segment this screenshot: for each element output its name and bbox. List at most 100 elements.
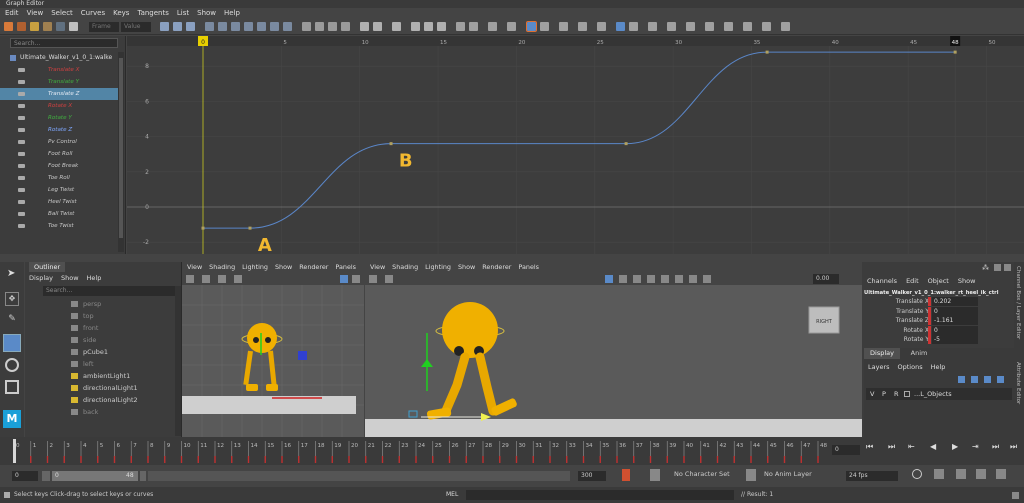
- viewport-menu-shading[interactable]: Shading: [209, 262, 235, 273]
- channel-item[interactable]: Rotate X: [0, 100, 118, 112]
- buffer-curve-icon[interactable]: [360, 22, 369, 31]
- value-snap-icon[interactable]: [540, 22, 549, 31]
- linear-tangent-icon[interactable]: [244, 22, 253, 31]
- go-to-start-icon[interactable]: ⏮: [866, 443, 874, 451]
- viewport-menu-show[interactable]: Show: [275, 262, 292, 273]
- menu-view[interactable]: View: [27, 8, 44, 19]
- outliner-menu-help[interactable]: Help: [87, 273, 102, 283]
- grid-icon[interactable]: [202, 275, 210, 283]
- menu-edit[interactable]: Edit: [5, 8, 19, 19]
- select-tool-icon[interactable]: ➤: [7, 268, 15, 279]
- auto-frame-icon[interactable]: [616, 22, 625, 31]
- outliner-scrollbar-2[interactable]: [175, 286, 181, 436]
- channel-box-menu-object[interactable]: Object: [928, 276, 949, 286]
- denormalize-icon[interactable]: [437, 22, 446, 31]
- channel-item[interactable]: Rotate Y: [0, 112, 118, 124]
- menu-tangents[interactable]: Tangents: [137, 8, 168, 19]
- move-tool-icon[interactable]: [3, 334, 21, 352]
- layer-reference[interactable]: R: [894, 388, 899, 400]
- layer-tab-display[interactable]: Display: [864, 348, 900, 359]
- current-frame-field[interactable]: 0: [832, 445, 860, 455]
- break-tangent-icon[interactable]: [302, 22, 311, 31]
- keyframe-point[interactable]: [201, 226, 205, 230]
- key-stats-icon[interactable]: [559, 22, 568, 31]
- pin-icon[interactable]: [781, 22, 790, 31]
- sound-icon[interactable]: [934, 469, 944, 479]
- channel-box-row[interactable]: Translate Z -1.161: [864, 316, 984, 325]
- viewport-menu-lighting[interactable]: Lighting: [242, 262, 268, 273]
- channel-box-row[interactable]: Translate Y0: [864, 306, 984, 316]
- viewport-menu-view[interactable]: View: [370, 262, 385, 273]
- channel-item[interactable]: Pv Control: [0, 136, 118, 148]
- time-snap-icon[interactable]: [526, 21, 537, 32]
- script-editor-icon[interactable]: [1012, 492, 1019, 499]
- outliner-item[interactable]: directionalLight1: [25, 382, 175, 394]
- outliner-item[interactable]: top: [25, 310, 175, 322]
- go-to-end-icon[interactable]: ⏭: [1010, 443, 1018, 451]
- time-slider-ruler[interactable]: 0 1 2 3 4 5 6 7 8 9 10 11 12 13 14 15 16 17 18 19 20 21 22 23 24…: [0, 437, 860, 465]
- aa-icon[interactable]: [675, 275, 683, 283]
- range-track[interactable]: [148, 471, 570, 481]
- paint-tool-icon[interactable]: ✎: [5, 314, 19, 328]
- auto-tangent-icon[interactable]: [205, 22, 214, 31]
- tangent-handle-icon[interactable]: [648, 22, 657, 31]
- step-forward-key-icon[interactable]: ⏭: [992, 443, 1000, 451]
- layer-tab-anim[interactable]: Anim: [904, 348, 934, 359]
- shadows-icon[interactable]: [647, 275, 655, 283]
- outliner-item[interactable]: side: [25, 334, 175, 346]
- unify-tangent-icon[interactable]: [315, 22, 324, 31]
- menu-curves[interactable]: Curves: [81, 8, 105, 19]
- viewport-menu-renderer[interactable]: Renderer: [482, 262, 511, 273]
- insert-key-icon[interactable]: [17, 22, 26, 31]
- flat-tangent-icon[interactable]: [257, 22, 266, 31]
- outliner-scrollbar[interactable]: [118, 52, 124, 252]
- graph-outliner-search[interactable]: Search...: [10, 38, 118, 48]
- channel-item[interactable]: Toe Roll: [0, 172, 118, 184]
- spline-tangent-icon[interactable]: [218, 22, 227, 31]
- channel-box-side-tab[interactable]: Channel Box / Layer Editor: [1015, 266, 1021, 339]
- range-handle-left[interactable]: [42, 471, 50, 481]
- layer-color-icon[interactable]: [904, 391, 910, 397]
- attribute-editor-side-tab[interactable]: Attribute Editor: [1015, 362, 1021, 404]
- outliner-menu-display[interactable]: Display: [29, 273, 53, 283]
- outliner-item[interactable]: persp: [25, 298, 175, 310]
- character-set-icon[interactable]: [650, 469, 660, 481]
- clamped-tangent-icon[interactable]: [231, 22, 240, 31]
- channel-box-menu-channels[interactable]: Channels: [867, 276, 897, 286]
- layout-two-icon[interactable]: [352, 275, 360, 283]
- curve-select-icon[interactable]: [629, 22, 638, 31]
- scale-tool-icon[interactable]: [5, 380, 19, 394]
- layer-menu-options[interactable]: Options: [898, 362, 923, 372]
- outliner-tab[interactable]: Outliner: [29, 262, 66, 272]
- end-time-field[interactable]: 300: [578, 471, 606, 481]
- curve-display-icon[interactable]: [411, 22, 420, 31]
- range-handle-right[interactable]: [140, 471, 146, 481]
- range-bar[interactable]: 0 48: [52, 471, 138, 481]
- channel-box-menu-edit[interactable]: Edit: [906, 276, 919, 286]
- viewport-main[interactable]: View Shading Lighting Show Renderer Panels 0.…: [365, 262, 862, 437]
- curve-graph[interactable]: 51015202530354045501086420-2-4048AB: [127, 36, 1024, 254]
- lasso-tool-icon[interactable]: ✥: [5, 292, 19, 306]
- swap-buffer-icon[interactable]: [373, 22, 382, 31]
- wireframe-shaded-icon[interactable]: [605, 275, 613, 283]
- euler-icon[interactable]: [724, 22, 733, 31]
- normalize-icon[interactable]: [424, 22, 433, 31]
- viewport-menu-shading[interactable]: Shading: [392, 262, 418, 273]
- step-tangent-icon[interactable]: [270, 22, 279, 31]
- layer-up-icon[interactable]: [984, 376, 991, 383]
- channel-item[interactable]: Ball Twist: [0, 208, 118, 220]
- step-back-key-icon[interactable]: ⏭: [888, 443, 896, 451]
- viewport-left-scene[interactable]: [182, 285, 364, 437]
- viewport-menu-view[interactable]: View: [187, 262, 202, 273]
- stacked-icon[interactable]: [507, 22, 516, 31]
- character-set-dropdown[interactable]: No Character Set: [674, 470, 730, 478]
- channel-box-attr-value[interactable]: -1.161: [932, 316, 978, 325]
- layer-new-selected-icon[interactable]: [971, 376, 978, 383]
- channel-item[interactable]: Leg Twist: [0, 184, 118, 196]
- retime-icon[interactable]: [56, 22, 65, 31]
- grid-icon-2[interactable]: [385, 275, 393, 283]
- outliner-menu-show[interactable]: Show: [61, 273, 79, 283]
- pre-infinity-icon[interactable]: [456, 22, 465, 31]
- layer-playback[interactable]: P: [882, 388, 886, 400]
- step-forward-frame-icon[interactable]: ⇥: [972, 443, 980, 451]
